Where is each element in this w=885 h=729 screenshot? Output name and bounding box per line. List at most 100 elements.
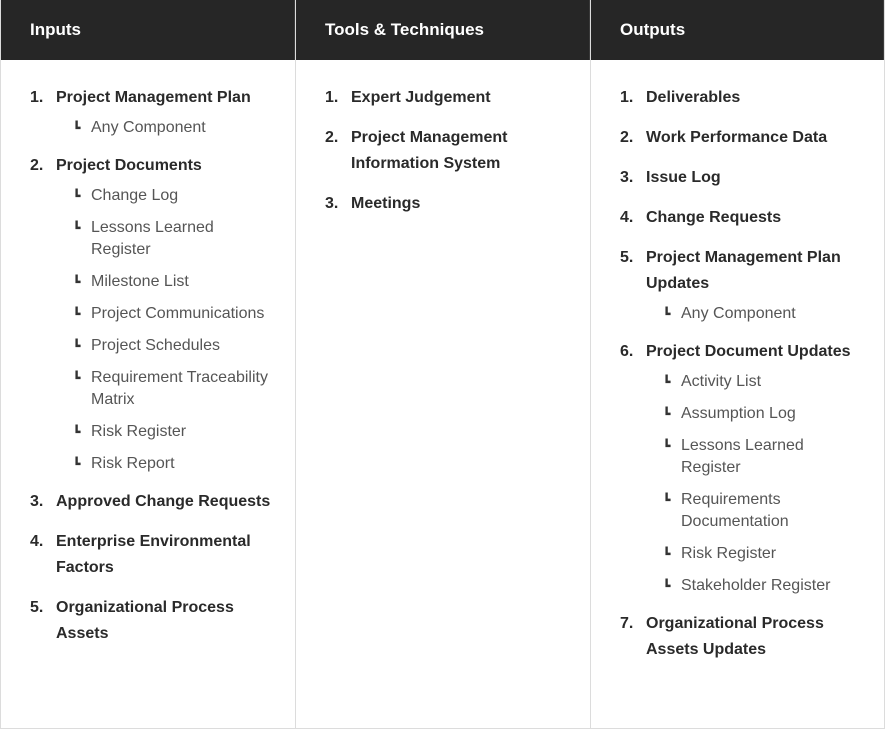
column-body: 1. Expert Judgement 2. Project Management I… (296, 60, 590, 231)
item-title: Approved Change Requests (56, 493, 271, 510)
corner-arrow-icon: ┗ (73, 275, 81, 289)
item-title: Change Requests (646, 209, 782, 226)
corner-arrow-icon: ┗ (73, 121, 81, 135)
sub-item-label: Risk Register (681, 545, 777, 562)
item-number: 1. (30, 89, 44, 106)
item-number: 2. (30, 157, 44, 174)
item-title: Issue Log (646, 169, 721, 186)
list-item: 3. Approved Change Requests (30, 489, 275, 515)
item-title: Project Document Updates (646, 343, 851, 360)
list-item: 6. Project Document Updates ┗ Activity List… (620, 339, 864, 597)
list-item: 4. Change Requests (620, 205, 864, 231)
sub-item: ┗ Any Component (56, 117, 275, 139)
sub-item-label: Activity List (681, 373, 762, 390)
item-title: Deliverables (646, 89, 741, 106)
item-number: 2. (620, 129, 634, 146)
sub-item: ┗ Activity List (646, 371, 864, 393)
corner-arrow-icon: ┗ (73, 425, 81, 439)
list-item: 1. Expert Judgement (325, 85, 570, 111)
sub-item-label: Project Schedules (91, 337, 220, 354)
sub-list: ┗ Any Component (646, 303, 864, 325)
column-header: Tools & Techniques (296, 0, 590, 60)
sub-item: ┗ Assumption Log (646, 403, 864, 425)
sub-item: ┗ Risk Register (56, 421, 275, 443)
corner-arrow-icon: ┗ (73, 371, 81, 385)
list-item: 1. Project Management Plan ┗ Any Component (30, 85, 275, 139)
item-title: Project Management Plan Updates (646, 249, 841, 292)
sub-item: ┗ Requirement Traceability Matrix (56, 367, 275, 411)
list-item: 3. Meetings (325, 191, 570, 217)
sub-item-label: Risk Register (91, 423, 187, 440)
item-title: Project Documents (56, 157, 202, 174)
corner-arrow-icon: ┗ (663, 547, 671, 561)
item-number: 4. (30, 533, 44, 550)
column-body: 1. Deliverables 2. Work Performance Data 3. I… (591, 60, 884, 677)
item-number: 1. (620, 89, 634, 106)
sub-list: ┗ Activity List ┗ Assumption Log ┗ Lessons Le… (646, 371, 864, 597)
item-title: Project Management Plan (56, 89, 251, 106)
sub-item-label: Project Communications (91, 305, 265, 322)
list-item: 5. Organizational Process Assets (30, 595, 275, 647)
corner-arrow-icon: ┗ (73, 457, 81, 471)
item-title: Expert Judgement (351, 89, 491, 106)
column-body: 1. Project Management Plan ┗ Any Component 2… (1, 60, 295, 661)
item-title: Project Management Information System (351, 129, 508, 172)
column-header: Inputs (1, 0, 295, 60)
item-title: Organizational Process Assets Updates (646, 615, 824, 658)
sub-item: ┗ Requirements Documentation (646, 489, 864, 533)
list-item: 3. Issue Log (620, 165, 864, 191)
corner-arrow-icon: ┗ (73, 221, 81, 235)
item-number: 7. (620, 615, 634, 632)
column-tools-techniques: Tools & Techniques 1. Expert Judgement 2. Pr… (295, 0, 590, 729)
corner-arrow-icon: ┗ (73, 189, 81, 203)
sub-item-label: Stakeholder Register (681, 577, 831, 594)
sub-item-label: Any Component (91, 119, 206, 136)
column-outputs: Outputs 1. Deliverables 2. Work Performance … (590, 0, 885, 729)
sub-item: ┗ Project Communications (56, 303, 275, 325)
list-item: 2. Work Performance Data (620, 125, 864, 151)
item-title: Enterprise Environmental Factors (56, 533, 251, 576)
corner-arrow-icon: ┗ (73, 307, 81, 321)
list-item: 2. Project Documents ┗ Change Log ┗ Lessons L… (30, 153, 275, 475)
column-header: Outputs (591, 0, 884, 60)
sub-item: ┗ Project Schedules (56, 335, 275, 357)
sub-item-label: Requirement Traceability Matrix (91, 369, 268, 408)
item-number: 5. (620, 249, 634, 266)
list-item: 5. Project Management Plan Updates ┗ Any Co… (620, 245, 864, 325)
corner-arrow-icon: ┗ (73, 339, 81, 353)
sub-item: ┗ Stakeholder Register (646, 575, 864, 597)
item-number: 1. (325, 89, 339, 106)
item-title: Organizational Process Assets (56, 599, 234, 642)
sub-item: ┗ Any Component (646, 303, 864, 325)
item-number: 4. (620, 209, 634, 226)
corner-arrow-icon: ┗ (663, 307, 671, 321)
item-title: Meetings (351, 195, 421, 212)
corner-arrow-icon: ┗ (663, 439, 671, 453)
ito-table: Inputs 1. Project Management Plan ┗ Any Comp… (0, 0, 885, 729)
sub-item: ┗ Risk Report (56, 453, 275, 475)
sub-item: ┗ Change Log (56, 185, 275, 207)
sub-item-label: Lessons Learned Register (681, 437, 804, 476)
sub-item-label: Assumption Log (681, 405, 796, 422)
sub-list: ┗ Change Log ┗ Lessons Learned Register ┗ Mil… (56, 185, 275, 475)
sub-item: ┗ Milestone List (56, 271, 275, 293)
item-number: 3. (30, 493, 44, 510)
list-item: 7. Organizational Process Assets Updates (620, 611, 864, 663)
list-item: 2. Project Management Information System (325, 125, 570, 177)
item-number: 3. (325, 195, 339, 212)
item-number: 6. (620, 343, 634, 360)
sub-item: ┗ Risk Register (646, 543, 864, 565)
sub-item: ┗ Lessons Learned Register (646, 435, 864, 479)
item-number: 2. (325, 129, 339, 146)
sub-item: ┗ Lessons Learned Register (56, 217, 275, 261)
item-number: 3. (620, 169, 634, 186)
corner-arrow-icon: ┗ (663, 407, 671, 421)
sub-item-label: Risk Report (91, 455, 175, 472)
corner-arrow-icon: ┗ (663, 375, 671, 389)
list-item: 1. Deliverables (620, 85, 864, 111)
item-number: 5. (30, 599, 44, 616)
item-title: Work Performance Data (646, 129, 828, 146)
sub-list: ┗ Any Component (56, 117, 275, 139)
sub-item-label: Lessons Learned Register (91, 219, 214, 258)
column-inputs: Inputs 1. Project Management Plan ┗ Any Comp… (0, 0, 295, 729)
